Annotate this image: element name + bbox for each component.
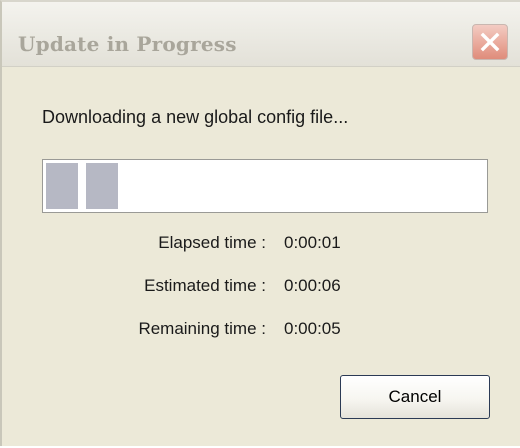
progress-fill bbox=[46, 163, 118, 209]
elapsed-time-label: Elapsed time : bbox=[158, 233, 266, 252]
close-icon bbox=[480, 32, 500, 52]
cancel-button[interactable]: Cancel bbox=[340, 375, 490, 419]
estimated-time-value: 0:00:06 bbox=[284, 276, 341, 295]
remaining-time-label: Remaining time : bbox=[138, 319, 266, 338]
progress-bar bbox=[42, 159, 488, 213]
title-bar[interactable]: Update in Progress bbox=[2, 2, 520, 67]
update-dialog: Update in Progress Downloading a new glo… bbox=[0, 0, 520, 446]
estimated-time-row: Estimated time : 0:00:06 bbox=[2, 276, 520, 300]
elapsed-time-value: 0:00:01 bbox=[284, 233, 341, 252]
dialog-body: Downloading a new global config file... … bbox=[2, 67, 520, 448]
estimated-time-label: Estimated time : bbox=[144, 276, 266, 295]
elapsed-time-row: Elapsed time : 0:00:01 bbox=[2, 233, 520, 257]
dialog-title: Update in Progress bbox=[18, 32, 237, 56]
remaining-time-row: Remaining time : 0:00:05 bbox=[2, 319, 520, 343]
close-button[interactable] bbox=[472, 24, 508, 60]
status-message: Downloading a new global config file... bbox=[42, 107, 349, 127]
remaining-time-value: 0:00:05 bbox=[284, 319, 341, 338]
